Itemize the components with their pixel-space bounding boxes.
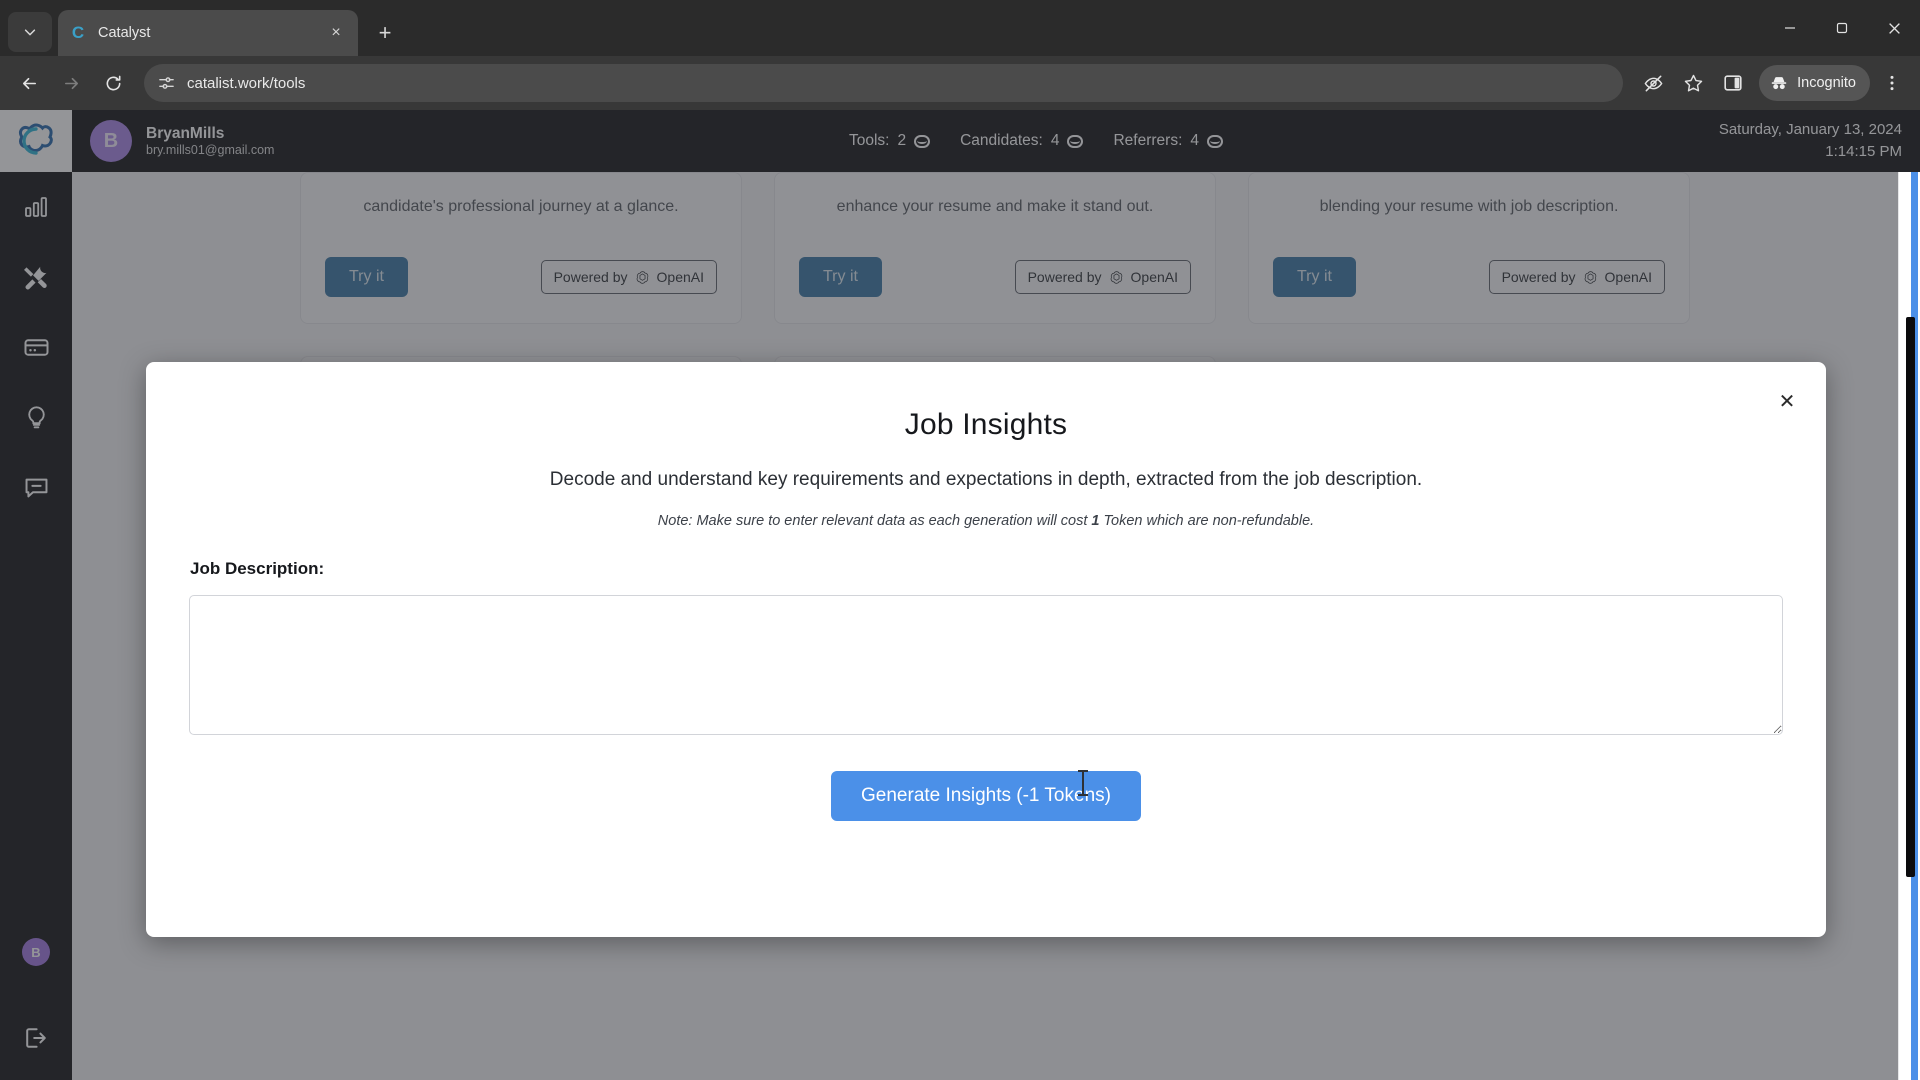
window-maximize-button[interactable] <box>1816 0 1868 56</box>
side-panel-button[interactable] <box>1715 65 1751 101</box>
scrollbar-thumb[interactable] <box>1906 317 1915 877</box>
modal-subtitle: Decode and understand key requirements a… <box>549 469 1423 490</box>
window-controls <box>1764 0 1920 56</box>
reload-button[interactable] <box>94 64 132 102</box>
site-settings-icon <box>159 76 174 89</box>
job-description-label: Job Description: <box>190 559 325 578</box>
close-icon <box>1888 22 1900 34</box>
eye-off-icon <box>1644 75 1663 91</box>
kebab-menu-icon <box>1890 75 1894 91</box>
app-viewport: candidate's professional journey at a gl… <box>0 110 1920 1080</box>
incognito-icon <box>1771 77 1787 90</box>
address-bar[interactable]: catalist.work/tools <box>144 64 1624 102</box>
back-button[interactable] <box>10 64 48 102</box>
browser-tab-strip: C Catalyst × + <box>0 0 1920 56</box>
window-close-button[interactable] <box>1868 0 1920 56</box>
browser-menu-button[interactable] <box>1874 65 1910 101</box>
incognito-indicator[interactable]: Incognito <box>1759 65 1870 101</box>
maximize-icon <box>1836 22 1848 34</box>
minimize-icon <box>1785 27 1795 29</box>
tracking-protection-button[interactable] <box>1635 65 1671 101</box>
chevron-down-icon <box>24 29 36 36</box>
generate-insights-button[interactable]: Generate Insights (-1 Tokens) <box>831 771 1141 821</box>
job-insights-modal: ✕ Job Insights Decode and understand key… <box>146 362 1826 937</box>
address-bar-url: catalist.work/tools <box>187 74 306 92</box>
tab-search-button[interactable] <box>8 12 52 52</box>
tab-title: Catalyst <box>98 25 151 41</box>
bookmark-button[interactable] <box>1675 65 1711 101</box>
modal-close-button[interactable]: ✕ <box>1772 386 1802 416</box>
modal-title: Job Insights <box>904 408 1068 441</box>
modal-note: Note: Make sure to enter relevant data a… <box>146 513 1826 529</box>
side-panel-icon <box>1724 75 1742 91</box>
tab-close-button[interactable]: × <box>324 21 348 45</box>
job-description-input[interactable] <box>189 595 1783 735</box>
modal-note-suffix: Token which are non-refundable. <box>1099 513 1315 529</box>
modal-note-prefix: Note: Make sure to enter relevant data a… <box>657 513 1092 529</box>
star-icon <box>1684 74 1702 92</box>
reload-icon <box>106 75 120 90</box>
catalyst-favicon-icon: C <box>71 23 85 42</box>
browser-tab[interactable]: C Catalyst × <box>58 10 358 56</box>
incognito-label: Incognito <box>1797 75 1856 91</box>
forward-button[interactable] <box>52 64 90 102</box>
arrow-left-icon <box>22 77 36 89</box>
modal-note-token-count: 1 <box>1091 513 1100 529</box>
new-tab-button[interactable]: + <box>368 16 402 50</box>
window-minimize-button[interactable] <box>1764 0 1816 56</box>
page-scrollbar[interactable] <box>1898 172 1920 1080</box>
arrow-right-icon <box>64 77 78 89</box>
browser-toolbar: catalist.work/tools Incognito <box>0 56 1920 110</box>
